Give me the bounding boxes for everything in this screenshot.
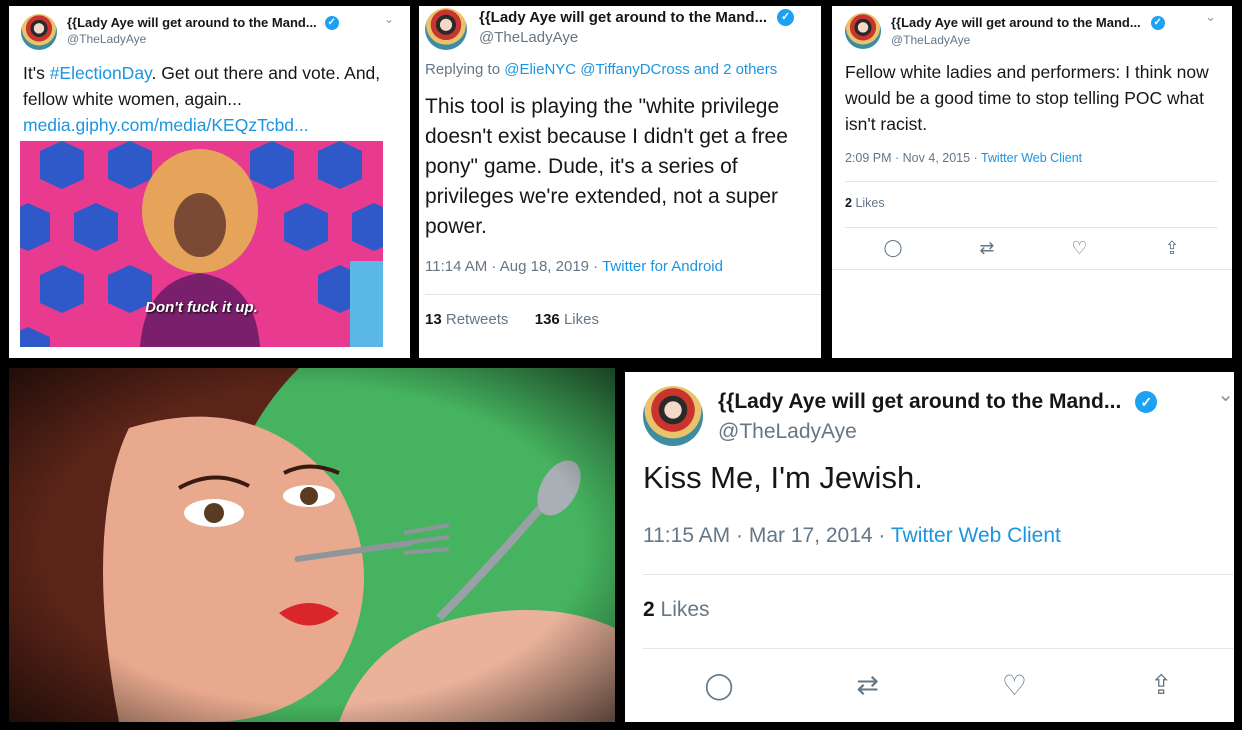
tweet-timestamp: 11:14 AM · Aug 18, 2019 · Twitter for An… — [425, 258, 723, 275]
avatar[interactable] — [425, 8, 467, 50]
retweet-icon[interactable]: ⇄ — [979, 238, 994, 259]
verified-badge-icon: ✓ — [1150, 15, 1165, 30]
tweet-stats: 13 Retweets 136 Likes — [425, 311, 599, 328]
tweet-card-kiss-me: {{Lady Aye will get around to the Mand..… — [625, 372, 1234, 722]
client-link[interactable]: Twitter Web Client — [891, 524, 1061, 547]
verified-badge-icon: ✓ — [777, 9, 795, 26]
divider — [643, 648, 1234, 649]
gif-media[interactable]: Don't fuck it up. — [20, 141, 383, 347]
display-name[interactable]: {{Lady Aye will get around to the Mand..… — [479, 9, 767, 26]
avatar[interactable] — [845, 13, 881, 49]
divider — [643, 574, 1234, 575]
reply-icon[interactable]: ◯ — [883, 238, 902, 258]
like-icon[interactable]: ♡ — [1071, 238, 1087, 259]
divider — [832, 269, 1232, 270]
user-handle[interactable]: @TheLadyAye — [479, 29, 794, 46]
chevron-down-icon[interactable]: ⌄ — [384, 12, 394, 26]
display-name[interactable]: {{Lady Aye will get around to the Mand..… — [67, 15, 317, 30]
hexagon-pattern — [20, 141, 383, 347]
tweet-timestamp: 11:15 AM · Mar 17, 2014 · Twitter Web Cl… — [643, 524, 1061, 547]
user-handle[interactable]: @TheLadyAye — [67, 32, 339, 46]
tweet-header: {{Lady Aye will get around to the Mand..… — [21, 14, 339, 50]
tweet-header: {{Lady Aye will get around to the Mand..… — [845, 13, 1165, 49]
divider — [425, 294, 821, 295]
tweet-actions: ◯ ⇄ ♡ ⇪ — [845, 234, 1218, 262]
replying-to: Replying to @ElieNYC @TiffanyDCross and … — [425, 61, 778, 78]
avatar[interactable] — [21, 14, 57, 50]
tweet-actions: ◯ ⇄ ♡ ⇪ — [643, 666, 1234, 704]
display-name[interactable]: {{Lady Aye will get around to the Mand..… — [718, 390, 1121, 414]
tweet-card-white-privilege: {{Lady Aye will get around to the Mand..… — [419, 6, 821, 358]
avatar[interactable] — [643, 386, 703, 446]
user-handle[interactable]: @TheLadyAye — [891, 33, 1165, 47]
likes-count[interactable]: 2 Likes — [845, 196, 885, 210]
share-icon[interactable]: ⇪ — [1164, 238, 1179, 259]
client-link[interactable]: Twitter for Android — [602, 258, 723, 275]
reply-icon[interactable]: ◯ — [704, 670, 733, 701]
likes-count[interactable]: 136 Likes — [535, 311, 599, 328]
tweet-card-election-day: {{Lady Aye will get around to the Mand..… — [9, 6, 410, 358]
tweet-card-fellow-white-ladies: {{Lady Aye will get around to the Mand..… — [832, 6, 1232, 358]
client-link[interactable]: Twitter Web Client — [981, 151, 1082, 165]
retweet-icon[interactable]: ⇄ — [856, 670, 879, 701]
tweet-text: This tool is playing the "white privileg… — [425, 95, 788, 238]
verified-badge-icon: ✓ — [1135, 391, 1158, 413]
gif-caption: Don't fuck it up. — [145, 299, 258, 316]
hashtag-link[interactable]: #ElectionDay — [50, 63, 152, 83]
display-name[interactable]: {{Lady Aye will get around to the Mand..… — [891, 15, 1141, 30]
divider — [845, 227, 1218, 228]
media-link[interactable]: media.giphy.com/media/KEQzTcbd... — [23, 115, 309, 135]
divider — [845, 181, 1218, 182]
tweet-text: Fellow white ladies and performers: I th… — [845, 62, 1209, 134]
tweet-text: Kiss Me, I'm Jewish. — [643, 460, 923, 495]
retweets-count[interactable]: 13 Retweets — [425, 311, 508, 328]
tweet-timestamp: 2:09 PM · Nov 4, 2015 · Twitter Web Clie… — [845, 151, 1083, 165]
reply-mentions-link[interactable]: @ElieNYC @TiffanyDCross and 2 others — [504, 61, 777, 78]
photo-woman-with-fork — [9, 368, 615, 722]
user-handle[interactable]: @TheLadyAye — [718, 420, 1157, 444]
like-icon[interactable]: ♡ — [1002, 669, 1027, 702]
verified-badge-icon: ✓ — [324, 15, 339, 30]
tweet-text: It's #ElectionDay. Get out there and vot… — [23, 63, 381, 135]
chevron-down-icon[interactable]: ⌄ — [1205, 9, 1216, 25]
photo-illustration — [9, 368, 615, 722]
likes-count[interactable]: 2 Likes — [643, 598, 710, 622]
tweet-header: {{Lady Aye will get around to the Mand..… — [425, 8, 795, 50]
tweet-header: {{Lady Aye will get around to the Mand..… — [643, 386, 1158, 446]
chevron-down-icon[interactable]: ⌄ — [1217, 382, 1234, 407]
share-icon[interactable]: ⇪ — [1150, 670, 1173, 701]
